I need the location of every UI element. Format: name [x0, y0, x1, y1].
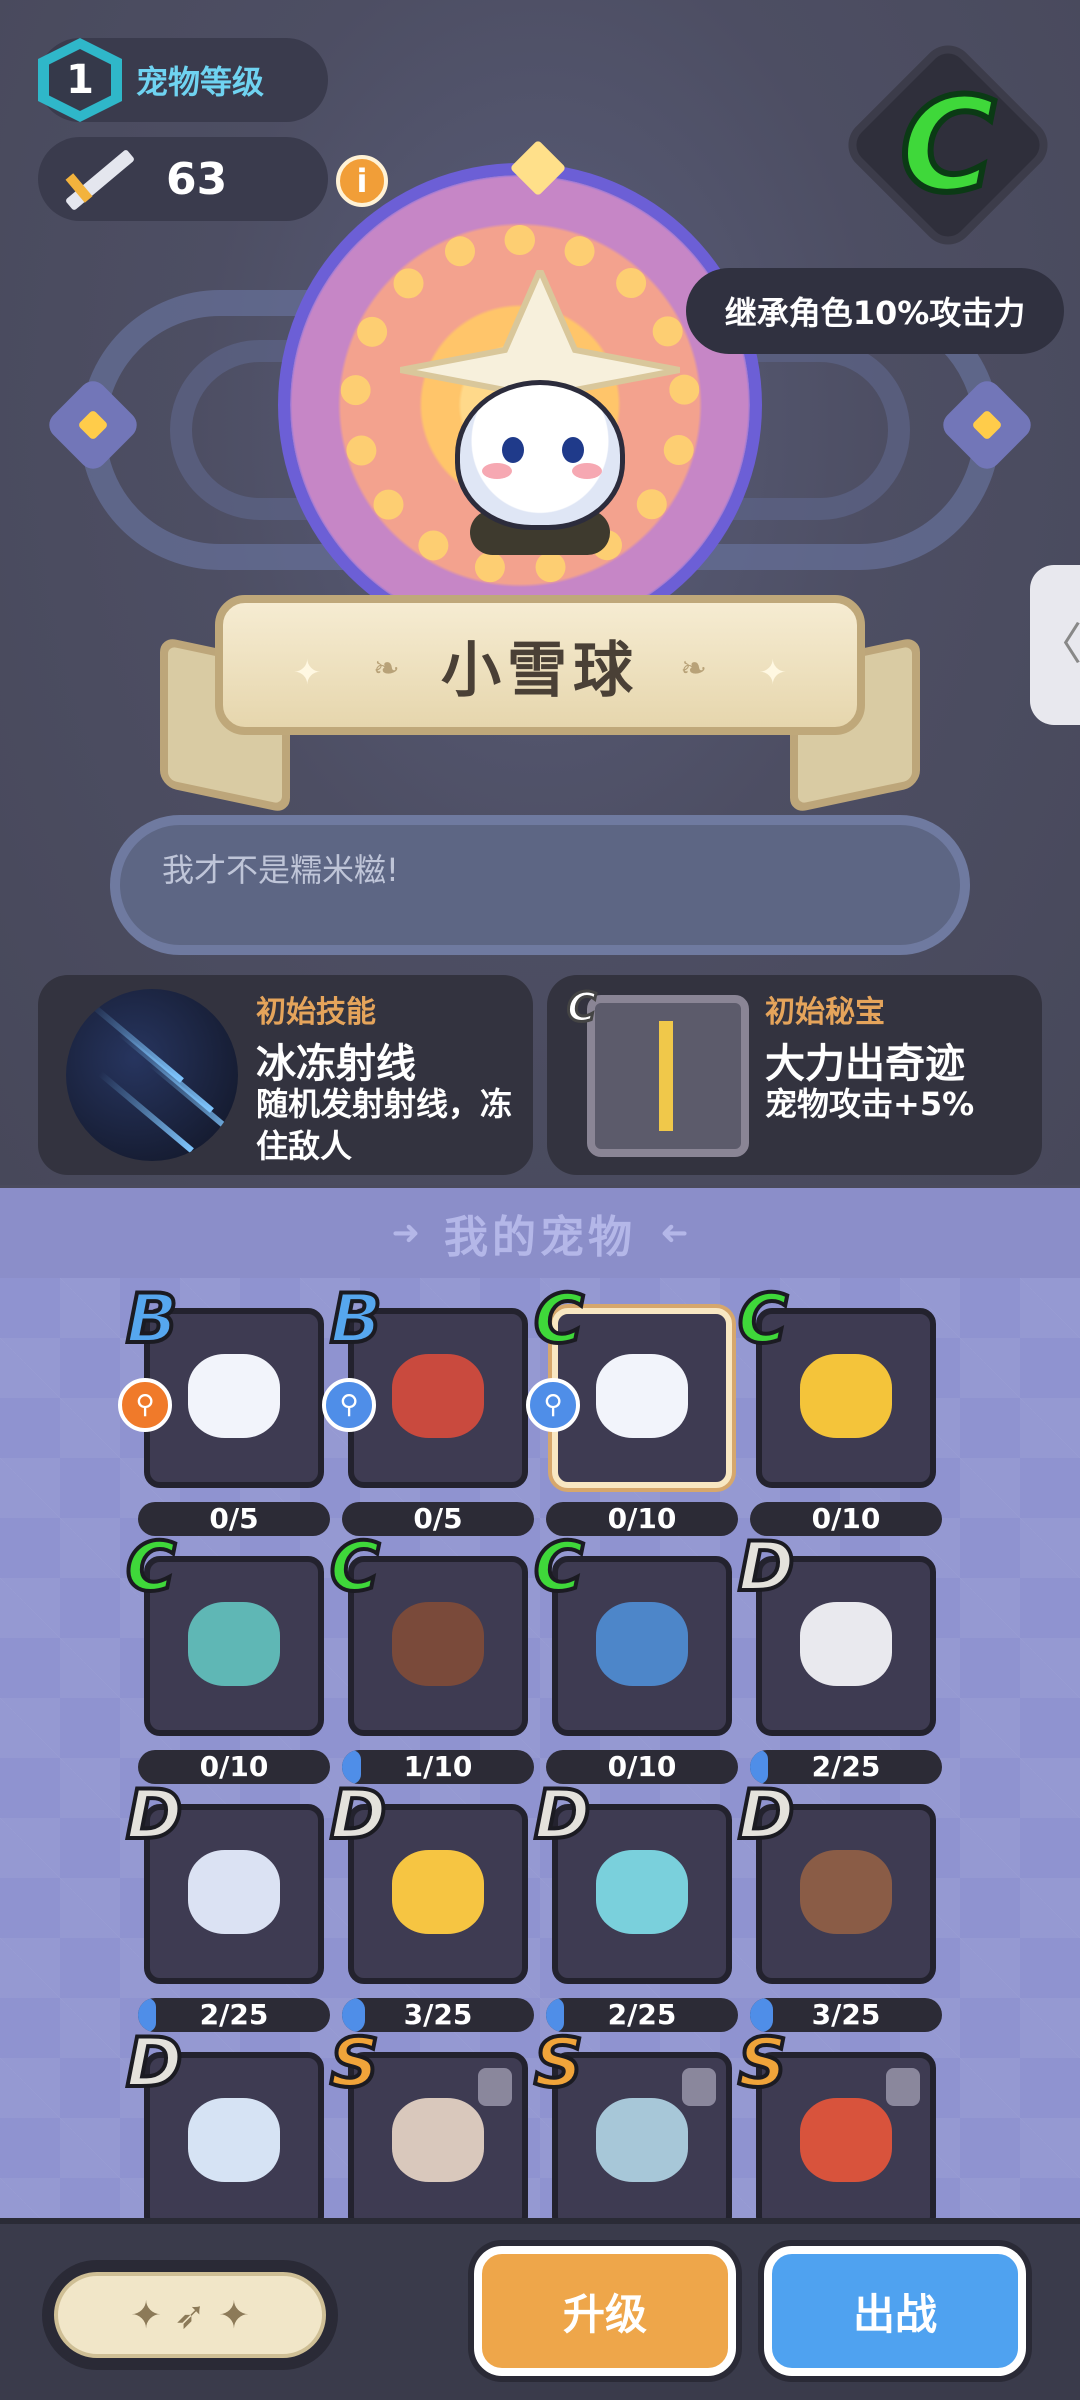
pet-grade-tag: D — [736, 1528, 796, 1607]
treasure-grade: C — [565, 984, 597, 1033]
progress-text: 2/25 — [607, 1998, 677, 2031]
pet-showcase: ✦ ❧ 小雪球 ❧ ✦ 我才不是糯米糍! 1 宠物等级 63 i C 继承角色1… — [0, 0, 1080, 1185]
lock-icon — [478, 2068, 512, 2106]
freeze-ray-skill-icon — [66, 989, 238, 1161]
info-icon[interactable]: i — [336, 155, 388, 207]
initial-skill-card[interactable]: 初始技能 冰冻射线 随机发射射线，冻住敌人 — [38, 975, 533, 1175]
pet-grade-tag: C — [532, 1528, 586, 1607]
pet-grade-tag: C — [328, 1528, 382, 1607]
treasure-description: 宠物攻击+5% — [765, 1085, 975, 1123]
pet-portrait — [188, 1850, 280, 1934]
progress-text: 2/25 — [811, 1750, 881, 1783]
sword-icon — [38, 137, 138, 221]
progress-text: 0/10 — [811, 1502, 881, 1535]
pet-portrait — [596, 1602, 688, 1686]
trident-treasure-icon — [587, 995, 749, 1157]
progress-text: 0/10 — [199, 1750, 269, 1783]
pet-portrait — [800, 1602, 892, 1686]
progress-text: 0/5 — [413, 1502, 463, 1535]
pet-grade-tag: C — [736, 1280, 790, 1359]
back-button[interactable]: ✦ ➶ ✦ — [42, 2260, 338, 2370]
progress-text: 3/25 — [811, 1998, 881, 2031]
pet-portrait — [800, 2098, 892, 2182]
deploy-button[interactable]: 出战 — [764, 2246, 1026, 2376]
pet-portrait — [800, 1850, 892, 1934]
lock-icon — [886, 2068, 920, 2106]
arrow-left-icon: ➜ — [656, 1213, 689, 1253]
progress-text: 1/10 — [403, 1750, 473, 1783]
progress-text: 0/5 — [209, 1502, 259, 1535]
pet-blush — [572, 463, 602, 479]
upgrade-button[interactable]: 升级 — [474, 2246, 736, 2376]
treasure-label: 初始秘宝 — [765, 995, 885, 1030]
pet-grade-tag: S — [532, 2024, 585, 2103]
pet-portrait — [596, 1850, 688, 1934]
progress-text: 2/25 — [199, 1998, 269, 2031]
pet-portrait — [392, 1602, 484, 1686]
pet-portrait — [596, 1354, 688, 1438]
sparkle-icon: ✦ — [758, 653, 788, 693]
pet-portrait — [392, 2098, 484, 2182]
attack-power-value: 63 — [166, 153, 228, 205]
equipped-weapon-icon: ⚲ — [526, 1378, 580, 1432]
my-pets-title: 我的宠物 — [444, 1212, 636, 1263]
pet-portrait — [188, 1602, 280, 1686]
inherit-attack-tag: 继承角色10%攻击力 — [686, 268, 1064, 354]
side-drawer-tab[interactable]: 〈 — [1030, 565, 1080, 725]
progress-text: 0/10 — [607, 1750, 677, 1783]
sparkle-icon: ✦ — [293, 653, 322, 693]
pet-grade-tag: B — [124, 1280, 180, 1359]
pet-grade-tag: D — [736, 1776, 796, 1855]
skill-label: 初始技能 — [256, 995, 376, 1030]
pet-grade-tag: C — [532, 1280, 586, 1359]
equipped-weapon-icon: ⚲ — [118, 1378, 172, 1432]
pet-level-value: 1 — [49, 49, 111, 111]
pet-portrait — [596, 2098, 688, 2182]
pet-eye — [502, 437, 524, 463]
skill-title: 冰冻射线 — [256, 1041, 416, 1087]
pet-level-badge[interactable]: 1 宠物等级 — [38, 38, 328, 122]
pet-grade-tag: C — [124, 1528, 178, 1607]
pet-grade-tag: S — [328, 2024, 381, 2103]
pet-grade-tag: D — [124, 2024, 184, 2103]
progress-text: 3/25 — [403, 1998, 473, 2031]
pet-grade-tag: D — [532, 1776, 592, 1855]
progress-text: 0/10 — [607, 1502, 677, 1535]
treasure-title: 大力出奇迹 — [765, 1041, 965, 1087]
initial-treasure-card[interactable]: C 初始秘宝 大力出奇迹 宠物攻击+5% — [547, 975, 1042, 1175]
leaf-ornament-icon: ❧ — [680, 649, 707, 687]
lock-icon — [682, 2068, 716, 2106]
pet-name-banner: ✦ ❧ 小雪球 ❧ ✦ — [215, 595, 865, 735]
pet-blush — [482, 463, 512, 479]
pet-grade-tag: D — [328, 1776, 388, 1855]
pet-eye — [562, 437, 584, 463]
pet-grid: B ⚲ 0/5 B ⚲ 0/5 C ⚲ 0/10 C 0/10 C 0/10 C 1/10 C 0/10 D 2/2… — [0, 1278, 1080, 2218]
my-pets-header: ➜ 我的宠物 ➜ — [0, 1188, 1080, 1278]
pet-level-label: 宠物等级 — [136, 63, 265, 101]
wing-emblem-icon: ✦ ➶ ✦ — [54, 2272, 326, 2358]
pet-grade-tag: D — [124, 1776, 184, 1855]
pet-grade-tag: S — [736, 2024, 789, 2103]
level-hex-icon: 1 — [38, 38, 122, 122]
equipped-weapon-icon: ⚲ — [322, 1378, 376, 1432]
pet-portrait — [800, 1354, 892, 1438]
pet-name: 小雪球 — [441, 635, 639, 706]
bottom-action-bar: ✦ ➶ ✦ 升级 出战 — [0, 2218, 1080, 2400]
pet-portrait — [188, 1354, 280, 1438]
pet-portrait — [188, 2098, 280, 2182]
pet-quote: 我才不是糯米糍! — [162, 851, 399, 889]
leaf-ornament-icon: ❧ — [373, 649, 400, 687]
skill-description: 随机发射射线，冻住敌人 — [256, 1085, 513, 1165]
pet-quote-box: 我才不是糯米糍! — [110, 815, 970, 955]
pet-grade: C — [897, 66, 998, 224]
pet-portrait — [392, 1850, 484, 1934]
attack-power-badge: 63 — [38, 137, 328, 221]
arrow-right-icon: ➜ — [391, 1213, 424, 1253]
pet-portrait — [392, 1354, 484, 1438]
pet-grade-tag: B — [328, 1280, 384, 1359]
pet-snowball-sprite[interactable] — [455, 380, 625, 530]
